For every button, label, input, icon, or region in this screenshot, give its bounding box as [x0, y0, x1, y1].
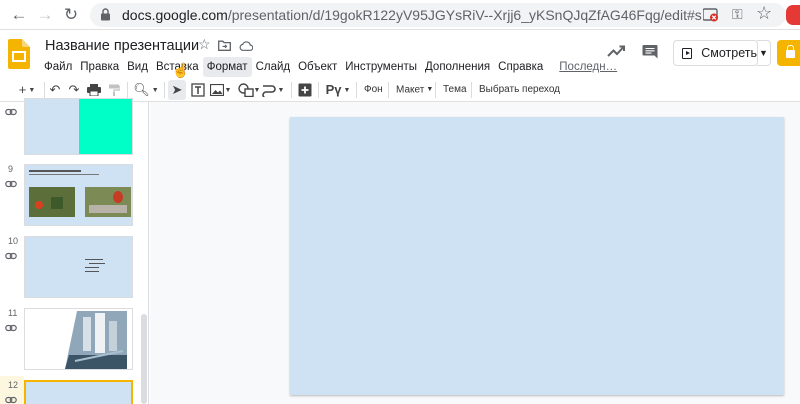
menu-tools[interactable]: Инструменты [341, 57, 421, 77]
star-icon[interactable]: ☆ [198, 36, 211, 53]
menu-addons[interactable]: Дополнения [421, 57, 494, 77]
menu-file[interactable]: Файл [40, 57, 76, 77]
toolbar-divider [44, 82, 45, 98]
input-tools-button[interactable]: Рү ▼ [324, 80, 352, 100]
url-host: docs.google.com [122, 7, 228, 23]
link-icon [5, 324, 17, 332]
slide-thumbnail[interactable] [24, 164, 133, 226]
toolbar-divider [291, 82, 292, 98]
lock-icon[interactable] [100, 8, 111, 21]
text-line [85, 271, 99, 272]
text-line [89, 263, 105, 264]
filmstrip-scrollbar[interactable] [141, 314, 147, 404]
toolbar-divider [388, 82, 389, 98]
toolbar-divider [356, 82, 357, 98]
slide-number: 11 [8, 308, 18, 318]
key-icon[interactable]: ⚿ [732, 6, 743, 23]
paint-format-icon[interactable] [108, 84, 120, 96]
photo [85, 187, 131, 217]
theme-button[interactable]: Тема [443, 82, 467, 98]
print-icon[interactable] [87, 84, 101, 96]
chevron-down-icon[interactable]: ▼ [277, 81, 285, 101]
chevron-down-icon: ▼ [426, 86, 434, 93]
link-icon [5, 108, 17, 116]
toolbar-divider [127, 82, 128, 98]
text-line [29, 174, 99, 175]
url-text[interactable]: docs.google.com/presentation/d/19gokR122… [122, 7, 702, 23]
menu-bar: Файл Правка Вид Вставка Формат Слайд Объ… [40, 57, 621, 77]
present-icon [682, 47, 693, 59]
menu-view[interactable]: Вид [123, 57, 152, 77]
browser-toolbar: ← → ↻ docs.google.com/presentation/d/19g… [0, 0, 800, 30]
slide-editor-canvas [150, 102, 800, 404]
text-box-icon[interactable] [191, 83, 205, 97]
slide-thumbnail[interactable] [24, 98, 133, 155]
slides-logo[interactable] [8, 39, 30, 69]
undo-icon[interactable]: ↶ [47, 80, 63, 100]
address-bar[interactable]: docs.google.com/presentation/d/19gokR122… [90, 3, 786, 27]
slide-number: 9 [8, 164, 14, 174]
toolbar-divider [164, 82, 165, 98]
chevron-down-icon[interactable]: ▼ [224, 81, 232, 101]
link-icon [5, 180, 17, 188]
redo-icon[interactable]: ↷ [66, 80, 82, 100]
link-icon [5, 396, 17, 404]
reload-icon[interactable]: ↻ [60, 4, 82, 26]
slide-thumbnail[interactable] [24, 308, 133, 370]
add-comment-icon[interactable] [298, 83, 312, 97]
slide-thumbnail-selected[interactable] [24, 380, 133, 404]
present-button-label: Смотреть [701, 46, 757, 60]
cloud-status-icon[interactable] [239, 41, 253, 51]
chevron-down-icon[interactable]: ▼ [253, 81, 261, 101]
share-button[interactable] [777, 40, 800, 66]
transition-button[interactable]: Выбрать переход [479, 82, 560, 98]
new-slide-button[interactable]: + ▼ [12, 80, 42, 100]
url-path: /presentation/d/19gokR122yV95JGYsRiV--Xr… [227, 7, 702, 23]
star-icon[interactable]: ☆ [756, 3, 772, 24]
city-photo [65, 311, 127, 369]
activity-dashboard-icon[interactable] [607, 44, 625, 58]
app-header: Название презентации ☆ Файл Правка Вид В… [0, 30, 800, 78]
image-icon[interactable] [210, 84, 224, 96]
toolbar-divider [318, 82, 319, 98]
text-line [29, 170, 81, 172]
extension-icon[interactable] [703, 8, 719, 22]
slide-filmstrip: 9 10 11 12 [0, 98, 149, 404]
slide-number: 12 [8, 380, 19, 390]
move-folder-icon[interactable] [218, 40, 231, 51]
present-button[interactable]: Смотреть [673, 40, 758, 66]
document-title[interactable]: Название презентации [45, 38, 199, 54]
link-icon [5, 252, 17, 260]
hand-cursor-icon: ☝ [172, 62, 190, 78]
menu-slide[interactable]: Слайд [252, 57, 295, 77]
toolbar-divider [435, 82, 436, 98]
layout-button[interactable]: Макет ▼ [396, 82, 433, 99]
last-edit-link[interactable]: Последн… [555, 57, 621, 77]
present-dropdown-button[interactable]: ▼ [757, 40, 771, 66]
comment-icon[interactable] [642, 44, 658, 59]
photo [29, 187, 75, 217]
menu-edit[interactable]: Правка [76, 57, 123, 77]
teal-block [79, 99, 132, 154]
line-icon[interactable] [262, 83, 276, 97]
zoom-button[interactable]: 🔍︎ ▼ [132, 80, 160, 100]
current-slide[interactable] [290, 117, 784, 395]
menu-help[interactable]: Справка [494, 57, 547, 77]
select-tool-icon[interactable]: ➤ [168, 80, 186, 100]
opera-icon[interactable] [786, 5, 800, 25]
text-line [85, 267, 99, 268]
toolbar-divider [471, 82, 472, 98]
lock-icon [786, 45, 795, 58]
menu-object[interactable]: Объект [294, 57, 341, 77]
layout-button-label: Макет [396, 84, 425, 96]
forward-icon[interactable]: → [34, 4, 56, 26]
text-line [85, 259, 103, 260]
shape-icon[interactable] [238, 83, 254, 97]
menu-format[interactable]: Формат [202, 57, 252, 77]
slide-thumbnail[interactable] [24, 236, 133, 298]
background-button[interactable]: Фон [364, 82, 383, 98]
back-icon[interactable]: ← [8, 4, 30, 26]
slide-number: 10 [8, 236, 19, 246]
